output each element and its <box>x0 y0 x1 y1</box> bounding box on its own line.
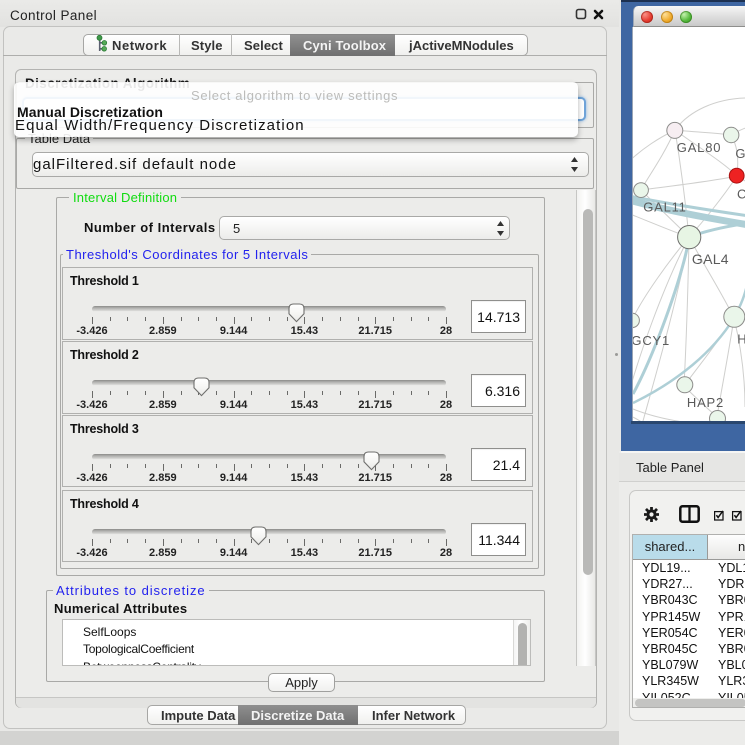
svg-text:GAL4: GAL4 <box>692 251 729 267</box>
svg-text:C: C <box>737 187 745 202</box>
svg-text:H: H <box>737 331 745 346</box>
svg-text:GAL80: GAL80 <box>677 140 721 155</box>
svg-text:HAP2: HAP2 <box>687 395 724 410</box>
svg-text:GCY1: GCY1 <box>633 333 670 348</box>
svg-text:G.: G. <box>735 146 745 161</box>
svg-text:GAL11: GAL11 <box>643 200 687 215</box>
